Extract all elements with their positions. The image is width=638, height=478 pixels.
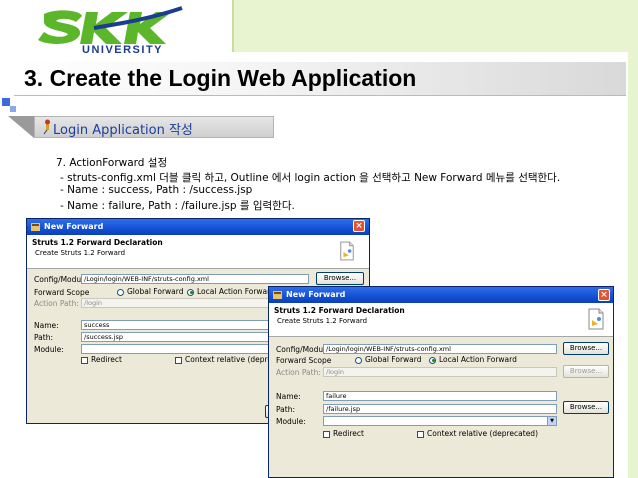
context-relative-checkbox[interactable] <box>417 430 424 438</box>
path-label: Path: <box>34 333 54 342</box>
context-relative-checkbox[interactable] <box>175 356 182 364</box>
context-relative-option[interactable]: Context relative (deprecated) <box>417 429 538 438</box>
header-description: Create Struts 1.2 Forward <box>35 249 126 257</box>
local-forward-label: Local Action Forward <box>439 355 517 364</box>
redirect-label: Redirect <box>333 429 364 438</box>
module-select[interactable]: ▼ <box>323 416 557 426</box>
redirect-checkbox[interactable] <box>323 430 330 438</box>
browse-path-button[interactable]: Browse... <box>563 401 609 414</box>
name-label: Name: <box>276 392 301 401</box>
title-bullet-square-small <box>10 106 16 112</box>
global-forward-radio[interactable] <box>355 356 362 364</box>
dialog-titlebar[interactable]: New Forward × <box>269 287 613 303</box>
new-forward-dialog-failure: New Forward × Struts 1.2 Forward Declara… <box>268 286 614 478</box>
config-module-input[interactable]: /Login/login/WEB-INF/struts-config.xml <box>81 274 309 284</box>
path-input[interactable]: /failure.jsp <box>323 404 557 414</box>
global-forward-option[interactable]: Global Forward <box>355 355 421 364</box>
step-heading: 7. ActionForward 설정 <box>56 157 168 169</box>
slide-title: 3. Create the Login Web Application <box>24 65 417 91</box>
document-wizard-icon <box>340 241 354 261</box>
dialog-header: Struts 1.2 Forward Declaration Create St… <box>269 303 613 337</box>
forward-scope-label: Forward Scope <box>34 288 90 297</box>
dialog-title: New Forward <box>44 222 104 231</box>
close-icon[interactable]: × <box>353 220 365 232</box>
eclipse-app-icon <box>31 223 40 231</box>
header-title: Struts 1.2 Forward Declaration <box>32 238 163 247</box>
context-relative-label: Context relative (deprecated) <box>427 429 538 438</box>
browse-button[interactable]: Browse... <box>563 342 609 355</box>
forward-scope-label: Forward Scope <box>276 356 332 365</box>
local-forward-option[interactable]: Local Action Forward <box>187 287 275 296</box>
redirect-option[interactable]: Redirect <box>81 355 122 364</box>
name-input[interactable]: failure <box>323 391 557 401</box>
action-path-label: Action Path: <box>34 299 79 308</box>
global-forward-option[interactable]: Global Forward <box>117 287 183 296</box>
redirect-checkbox[interactable] <box>81 356 88 364</box>
action-path-input[interactable]: /login <box>323 367 557 377</box>
right-accent-band <box>628 52 638 478</box>
header-accent-band <box>232 0 638 52</box>
header-accent-divider <box>232 0 234 52</box>
redirect-label: Redirect <box>91 355 122 364</box>
eclipse-app-icon <box>273 291 282 299</box>
subtitle-text: Login Application 작성 <box>53 123 193 138</box>
global-forward-label: Global Forward <box>127 287 184 296</box>
redirect-option[interactable]: Redirect <box>323 429 364 438</box>
title-bullet-square <box>2 98 10 106</box>
dialog-header: Struts 1.2 Forward Declaration Create St… <box>27 235 369 269</box>
action-path-label: Action Path: <box>276 368 321 377</box>
config-module-input[interactable]: /Login/login/WEB-INF/struts-config.xml <box>323 344 557 354</box>
local-forward-radio[interactable] <box>187 288 194 296</box>
dialog-title: New Forward <box>286 290 346 299</box>
module-label: Module: <box>276 417 306 426</box>
subtitle-tab-corner <box>8 116 34 138</box>
local-forward-radio[interactable] <box>429 356 436 364</box>
module-label: Module: <box>34 345 64 354</box>
header-title: Struts 1.2 Forward Declaration <box>274 306 405 315</box>
local-forward-label: Local Action Forward <box>197 287 275 296</box>
bullet-line-3: - Name : failure, Path : /failure.jsp 를 … <box>60 200 295 212</box>
document-wizard-icon <box>588 308 604 330</box>
local-forward-option[interactable]: Local Action Forward <box>429 355 517 364</box>
bullet-line-1: - struts-config.xml 더블 클릭 하고, Outline 에서… <box>60 172 561 184</box>
chevron-down-icon[interactable]: ▼ <box>547 417 556 425</box>
header-description: Create Struts 1.2 Forward <box>277 317 368 325</box>
close-icon[interactable]: × <box>598 289 610 301</box>
pushpin-icon <box>43 119 50 135</box>
path-label: Path: <box>276 405 296 414</box>
logo-subtitle: UNIVERSITY <box>82 44 164 56</box>
global-forward-radio[interactable] <box>117 288 124 296</box>
global-forward-label: Global Forward <box>365 355 422 364</box>
bullet-line-2: - Name : success, Path : /success.jsp <box>60 184 253 196</box>
name-label: Name: <box>34 321 59 330</box>
dialog-titlebar[interactable]: New Forward <box>27 219 369 235</box>
browse-action-button[interactable]: Browse... <box>563 365 609 378</box>
browse-button[interactable]: Browse... <box>316 272 364 285</box>
